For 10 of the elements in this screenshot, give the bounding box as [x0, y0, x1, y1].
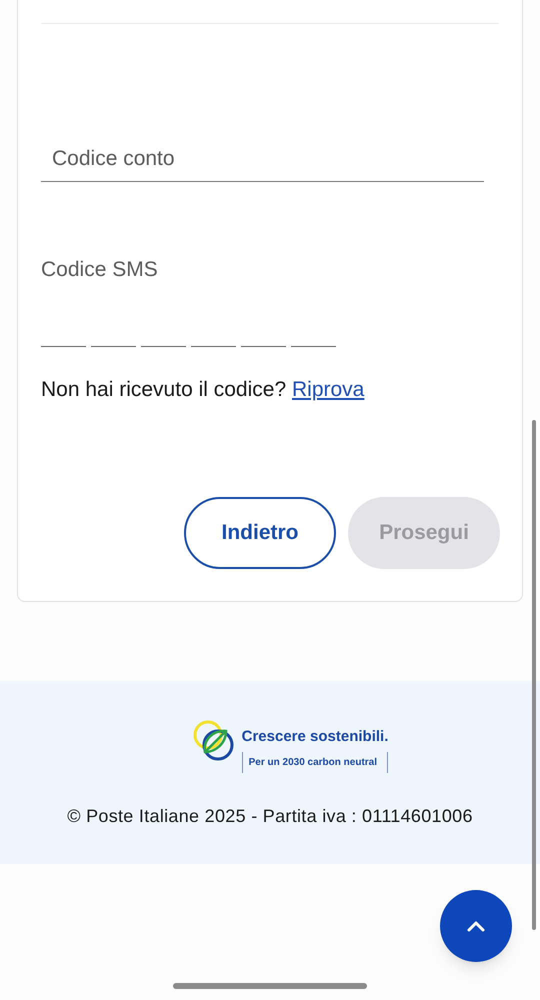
chevron-up-icon: [467, 920, 485, 932]
resend-text: Non hai ricevuto il codice? Riprova: [41, 376, 366, 402]
logo-subtitle: Per un 2030 carbon neutral: [242, 752, 388, 773]
logo-icon: [192, 719, 236, 763]
retry-link[interactable]: Riprova: [292, 378, 364, 400]
back-button[interactable]: Indietro: [184, 497, 336, 569]
copyright-text: © Poste Italiane 2025 - Partita iva : 01114601006: [67, 804, 473, 828]
account-code-field[interactable]: Codice conto: [41, 136, 484, 182]
sms-code-label: Codice SMS: [41, 257, 159, 283]
logo-title: Crescere sostenibili.: [242, 728, 388, 747]
